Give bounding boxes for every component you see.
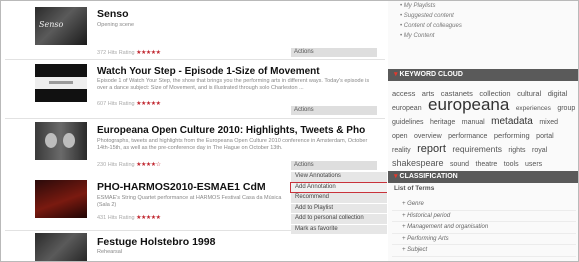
result-item: Senso Senso Opening scene 372 Hits Ratin… xyxy=(5,7,385,57)
sidebar-link-suggested[interactable]: • Suggested content xyxy=(400,11,462,21)
keyword-tag[interactable]: shakespeare xyxy=(392,158,444,168)
sidebar-link-my-content[interactable]: • My Content xyxy=(400,31,462,41)
keyword-tag[interactable]: europeana xyxy=(428,95,509,114)
keyword-cloud-header: ▾ KEYWORD CLOUD xyxy=(388,69,578,81)
thumbnail-logo: Senso xyxy=(39,20,64,29)
keyword-tag[interactable]: mixed xyxy=(539,119,558,126)
result-thumbnail[interactable] xyxy=(35,233,87,261)
result-thumbnail[interactable] xyxy=(35,122,87,160)
result-item: Festuge Holstebro 1998 Rehearsal xyxy=(5,233,385,261)
arrow-icon: ▾ xyxy=(394,71,398,78)
keyword-tag[interactable]: portal xyxy=(536,133,554,140)
sidebar-link-colleagues[interactable]: • Content of colleagues xyxy=(400,21,462,31)
rating-stars[interactable]: ★★★★★ xyxy=(136,50,161,56)
result-title[interactable]: Festuge Holstebro 1998 xyxy=(97,236,215,248)
result-meta: 431 Hits Rating ★★★★★ xyxy=(97,215,161,221)
term-performing-arts[interactable]: + Performing Arts xyxy=(392,234,576,245)
result-title[interactable]: Europeana Open Culture 2010: Highlights,… xyxy=(97,125,365,136)
result-title[interactable]: Senso xyxy=(97,8,129,20)
actions-dropdown: View Annotations Add Annotation Recommen… xyxy=(290,172,387,235)
rating-stars[interactable]: ★★★★☆ xyxy=(136,162,161,168)
keyword-tag[interactable]: metadata xyxy=(491,116,533,127)
add-to-playlist-item[interactable]: Add to Playlist xyxy=(291,203,387,213)
result-meta: 372 Hits Rating ★★★★★ xyxy=(97,50,161,56)
add-annotation-item[interactable]: Add Annotation xyxy=(290,181,387,193)
keyword-cloud: access arts castanets collection cultura… xyxy=(392,86,578,170)
keyword-tag[interactable]: sound xyxy=(450,161,469,168)
result-item: Europeana Open Culture 2010: Highlights,… xyxy=(5,122,385,172)
classification-header: ▾ CLASSIFICATION xyxy=(388,171,578,183)
arrow-icon: ▾ xyxy=(394,173,398,180)
mark-favorite-item[interactable]: Mark as favorite xyxy=(291,224,387,234)
keyword-tag[interactable]: performance xyxy=(448,133,487,140)
results-list: Senso Senso Opening scene 372 Hits Ratin… xyxy=(1,1,387,261)
result-description: Episode 1 of Watch Your Step, the show t… xyxy=(97,78,370,91)
terms-title: List of Terms xyxy=(394,185,435,192)
view-annotations-item[interactable]: View Annotations xyxy=(291,172,387,182)
term-management[interactable]: + Management and organisation xyxy=(392,222,576,234)
keyword-tag[interactable]: performing xyxy=(494,131,530,140)
divider xyxy=(5,118,385,119)
result-title[interactable]: PHO-HARMOS2010-ESMAE1 CdM xyxy=(97,181,266,193)
result-thumbnail[interactable] xyxy=(35,64,87,102)
add-to-collection-item[interactable]: Add to personal collection xyxy=(291,214,387,224)
result-thumbnail[interactable]: Senso xyxy=(35,7,87,45)
actions-button[interactable]: Actions xyxy=(291,48,377,57)
recommend-item[interactable]: Recommend xyxy=(291,193,387,203)
actions-button[interactable]: Actions xyxy=(291,161,377,170)
keyword-tag[interactable]: tools xyxy=(504,161,519,168)
keyword-tag[interactable]: report xyxy=(417,143,446,155)
keyword-tag[interactable]: group xyxy=(557,105,575,112)
keyword-tag[interactable]: cultural xyxy=(517,89,541,98)
result-description: ESMAE's String Quartet performance at HA… xyxy=(97,195,282,208)
term-subject[interactable]: + Subject xyxy=(392,245,576,257)
result-title[interactable]: Watch Your Step - Episode 1-Size of Move… xyxy=(97,66,320,77)
sidebar-links: • My Playlists • Suggested content • Con… xyxy=(400,1,462,41)
search-results-page: Senso Senso Opening scene 372 Hits Ratin… xyxy=(0,0,579,262)
term-historical-period[interactable]: + Historical period xyxy=(392,211,576,222)
result-item: Watch Your Step - Episode 1-Size of Move… xyxy=(5,64,385,116)
rating-stars[interactable]: ★★★★★ xyxy=(136,215,161,221)
keyword-tag[interactable]: heritage xyxy=(430,119,455,126)
keyword-tag[interactable]: guidelines xyxy=(392,119,424,126)
keyword-tag[interactable]: manual xyxy=(462,119,485,126)
sidebar-link-playlists[interactable]: • My Playlists xyxy=(400,1,462,11)
sidebar: • My Playlists • Suggested content • Con… xyxy=(388,1,578,261)
keyword-tag[interactable]: rights xyxy=(508,147,525,154)
keyword-tag[interactable]: users xyxy=(525,161,542,168)
keyword-tag[interactable]: open xyxy=(392,133,408,140)
keyword-tag[interactable]: digital xyxy=(548,89,568,98)
terms-list: + Genre + Historical period + Management… xyxy=(392,199,576,257)
keyword-tag[interactable]: european xyxy=(392,105,422,112)
result-thumbnail[interactable] xyxy=(35,180,87,218)
result-description: Photographs, tweets and highlights from … xyxy=(97,138,368,151)
keyword-tag[interactable]: reality xyxy=(392,147,411,154)
keyword-tag[interactable]: theatre xyxy=(476,161,498,168)
result-description: Opening scene xyxy=(97,22,134,28)
actions-button[interactable]: Actions xyxy=(291,106,377,115)
keyword-tag[interactable]: requirements xyxy=(452,144,502,154)
result-description: Rehearsal xyxy=(97,249,123,255)
keyword-tag[interactable]: royal xyxy=(532,147,547,154)
divider xyxy=(5,59,385,60)
result-meta: 230 Hits Rating ★★★★☆ xyxy=(97,162,161,168)
keyword-tag[interactable]: access xyxy=(392,89,415,98)
term-genre[interactable]: + Genre xyxy=(392,199,576,211)
result-meta: 607 Hits Rating ★★★★★ xyxy=(97,101,161,107)
keyword-tag[interactable]: experiences xyxy=(516,105,551,112)
rating-stars[interactable]: ★★★★★ xyxy=(136,101,161,107)
keyword-tag[interactable]: overview xyxy=(414,133,442,140)
